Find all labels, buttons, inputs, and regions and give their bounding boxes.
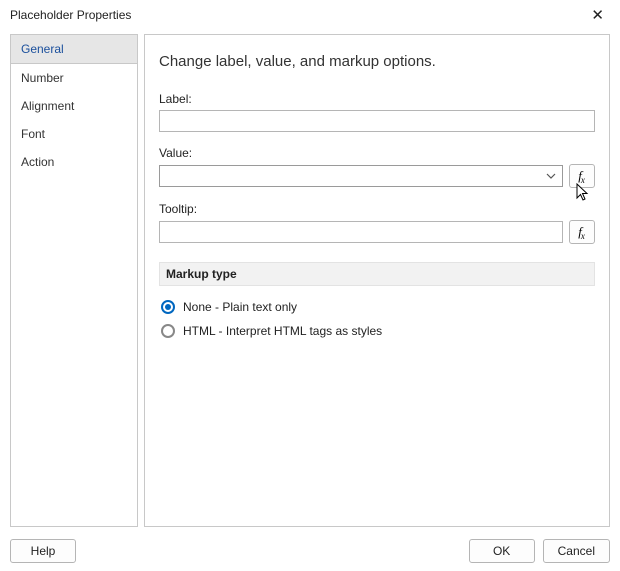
sidebar-item-number[interactable]: Number bbox=[11, 64, 137, 92]
label-caption: Label: bbox=[159, 92, 595, 106]
title-bar: Placeholder Properties ✕ bbox=[0, 0, 620, 30]
tooltip-input[interactable] bbox=[159, 221, 563, 243]
fx-icon: fx bbox=[578, 224, 586, 240]
radio-icon bbox=[161, 324, 175, 338]
tooltip-caption: Tooltip: bbox=[159, 202, 595, 216]
label-input[interactable] bbox=[159, 110, 595, 132]
panel-title: Change label, value, and markup options. bbox=[159, 53, 595, 70]
value-expression-button[interactable]: fx bbox=[569, 164, 595, 188]
sidebar-item-label: Font bbox=[21, 127, 45, 141]
general-panel: Change label, value, and markup options.… bbox=[144, 34, 610, 527]
close-icon[interactable]: ✕ bbox=[585, 4, 610, 27]
sidebar-item-label: Number bbox=[21, 71, 64, 85]
help-button[interactable]: Help bbox=[10, 539, 76, 563]
ok-button[interactable]: OK bbox=[469, 539, 535, 563]
field-label-group: Label: bbox=[159, 92, 595, 132]
field-value-group: Value: fx bbox=[159, 146, 595, 188]
window-title: Placeholder Properties bbox=[10, 8, 131, 22]
value-dropdown[interactable] bbox=[159, 165, 563, 187]
chevron-down-icon bbox=[544, 169, 558, 183]
button-label: Cancel bbox=[558, 544, 595, 558]
fx-icon: fx bbox=[578, 168, 586, 184]
sidebar-item-action[interactable]: Action bbox=[11, 148, 137, 176]
sidebar: General Number Alignment Font Action bbox=[10, 34, 138, 527]
sidebar-item-font[interactable]: Font bbox=[11, 120, 137, 148]
dialog-body: General Number Alignment Font Action Cha… bbox=[10, 34, 610, 527]
radio-label: None - Plain text only bbox=[183, 300, 297, 314]
sidebar-item-alignment[interactable]: Alignment bbox=[11, 92, 137, 120]
button-label: Help bbox=[31, 544, 56, 558]
button-label: OK bbox=[493, 544, 510, 558]
sidebar-item-label: Action bbox=[21, 155, 54, 169]
sidebar-item-label: General bbox=[21, 42, 64, 56]
sidebar-item-general[interactable]: General bbox=[11, 35, 137, 64]
tooltip-expression-button[interactable]: fx bbox=[569, 220, 595, 244]
radio-icon bbox=[161, 300, 175, 314]
dialog-window: Placeholder Properties ✕ General Number … bbox=[0, 0, 620, 571]
dialog-footer: Help OK Cancel bbox=[10, 539, 610, 563]
cancel-button[interactable]: Cancel bbox=[543, 539, 610, 563]
markup-option-html[interactable]: HTML - Interpret HTML tags as styles bbox=[159, 320, 595, 344]
markup-type-header: Markup type bbox=[159, 262, 595, 286]
sidebar-item-label: Alignment bbox=[21, 99, 74, 113]
radio-label: HTML - Interpret HTML tags as styles bbox=[183, 324, 382, 338]
value-caption: Value: bbox=[159, 146, 595, 160]
field-tooltip-group: Tooltip: fx bbox=[159, 202, 595, 244]
markup-option-none[interactable]: None - Plain text only bbox=[159, 296, 595, 320]
